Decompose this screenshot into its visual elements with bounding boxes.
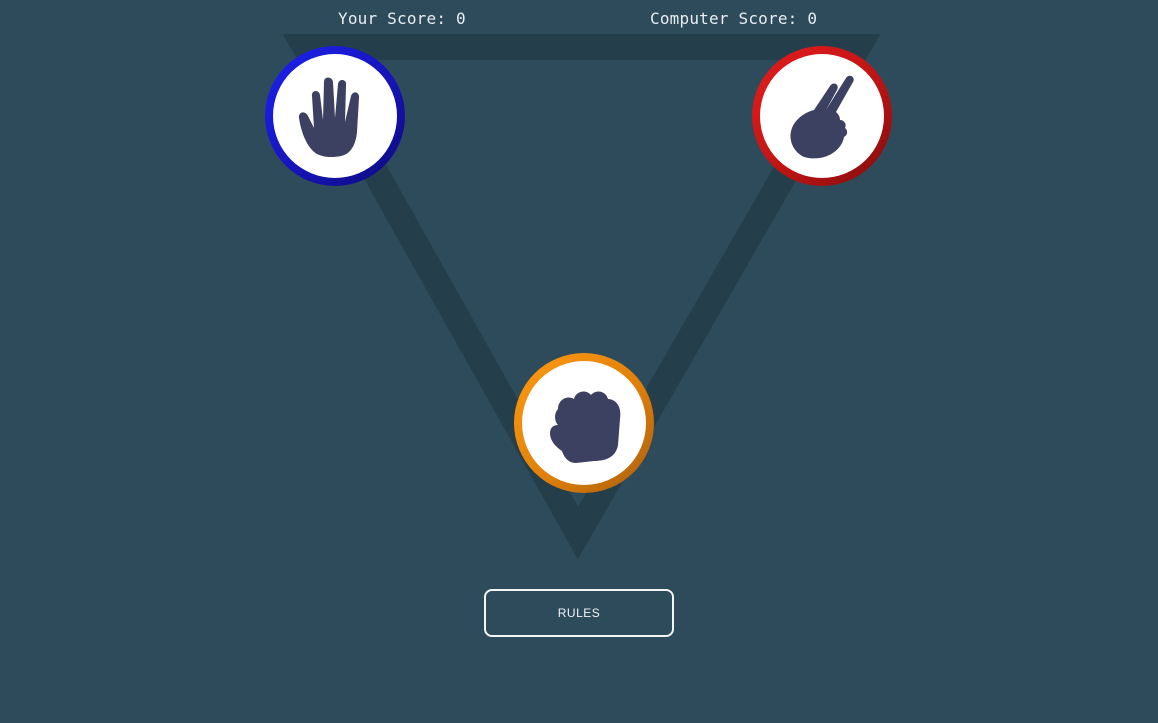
scissors-choice-button[interactable] — [752, 46, 892, 186]
paper-choice-button[interactable] — [265, 46, 405, 186]
paper-choice-face — [273, 54, 397, 178]
rock-choice-face — [522, 361, 646, 485]
paper-hand-icon — [298, 77, 360, 158]
rules-button[interactable]: RULES — [484, 589, 674, 637]
rock-fist-icon — [550, 391, 621, 463]
scissors-hand-icon — [790, 75, 854, 159]
rules-button-label: RULES — [557, 606, 601, 620]
rock-choice-button[interactable] — [514, 353, 654, 493]
scissors-choice-face — [760, 54, 884, 178]
game-board: Your Score: 0 Computer Score: 0 RULES — [0, 0, 1158, 723]
